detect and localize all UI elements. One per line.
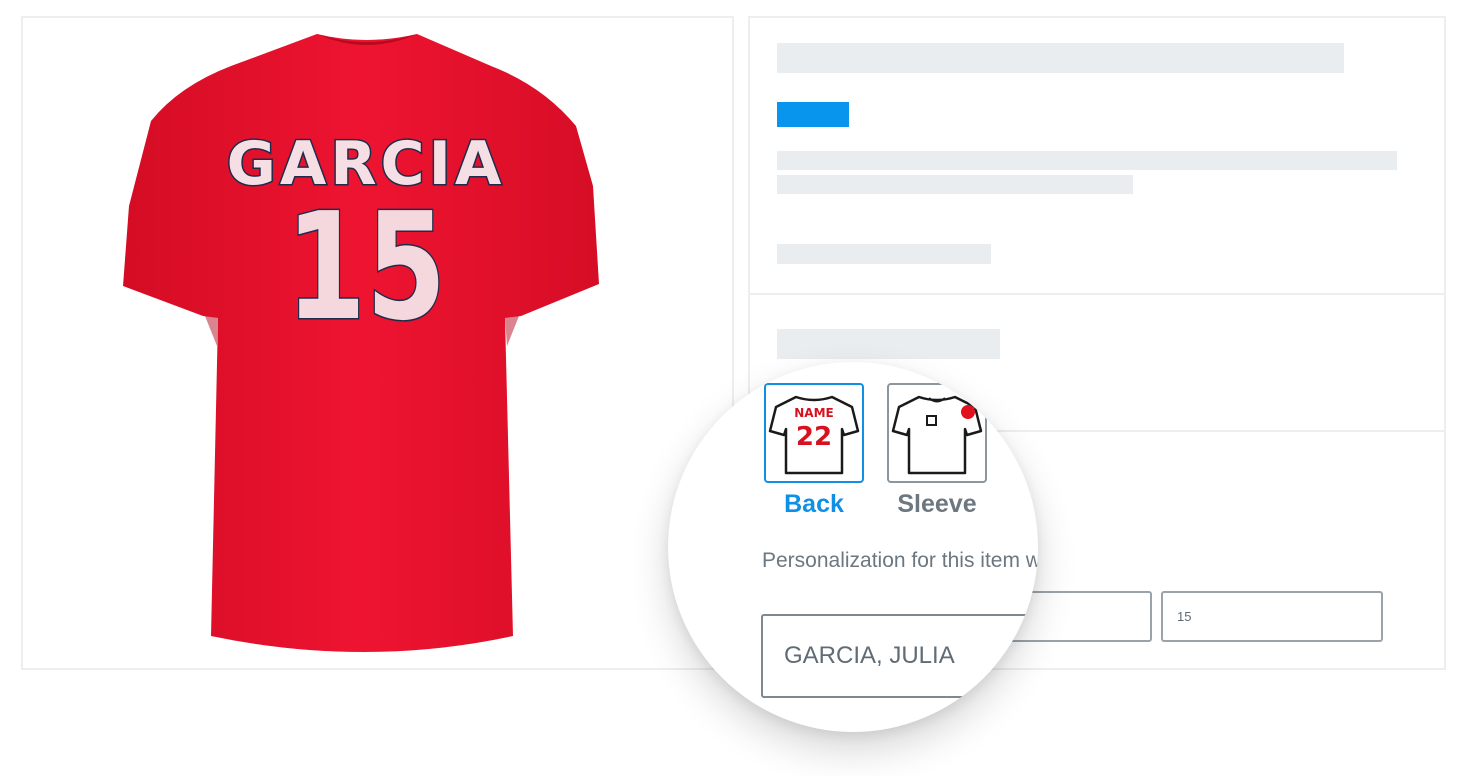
product-details-panel [748, 16, 1446, 295]
personalization-number-input[interactable]: 15 [1161, 591, 1383, 642]
jersey-sleeve-icon [891, 395, 983, 475]
meta-placeholder [777, 244, 991, 264]
options-heading-placeholder [777, 329, 1000, 359]
magnifier-lens: NAME 22 Back Sleeve Personalization for … [668, 362, 1038, 732]
description-placeholder-line-1 [777, 151, 1397, 170]
sleeve-marker [961, 405, 975, 419]
placement-option-back-label[interactable]: Back [764, 490, 864, 519]
jersey-back-name-number-icon: NAME 22 [768, 395, 860, 475]
icon-number-text: 22 [796, 422, 832, 452]
placement-option-sleeve[interactable] [887, 383, 987, 483]
back-print-number: 15 [286, 182, 447, 354]
description-placeholder-line-2 [777, 175, 1133, 194]
icon-name-text: NAME [794, 406, 833, 420]
jersey-back-image: GARCIA 15 [123, 34, 599, 652]
name-input-value: GARCIA, JULIA [784, 642, 955, 669]
product-image-panel: GARCIA 15 [21, 16, 734, 670]
placement-option-sleeve-label[interactable]: Sleeve [887, 490, 987, 519]
number-input-value: 15 [1177, 609, 1192, 624]
price-badge-placeholder [777, 102, 849, 127]
placement-option-back[interactable]: NAME 22 [764, 383, 864, 483]
personalization-name-input[interactable]: GARCIA, JULIA [761, 614, 1038, 698]
title-placeholder [777, 43, 1344, 73]
personalization-label: Personalization for this item white [762, 549, 1038, 572]
